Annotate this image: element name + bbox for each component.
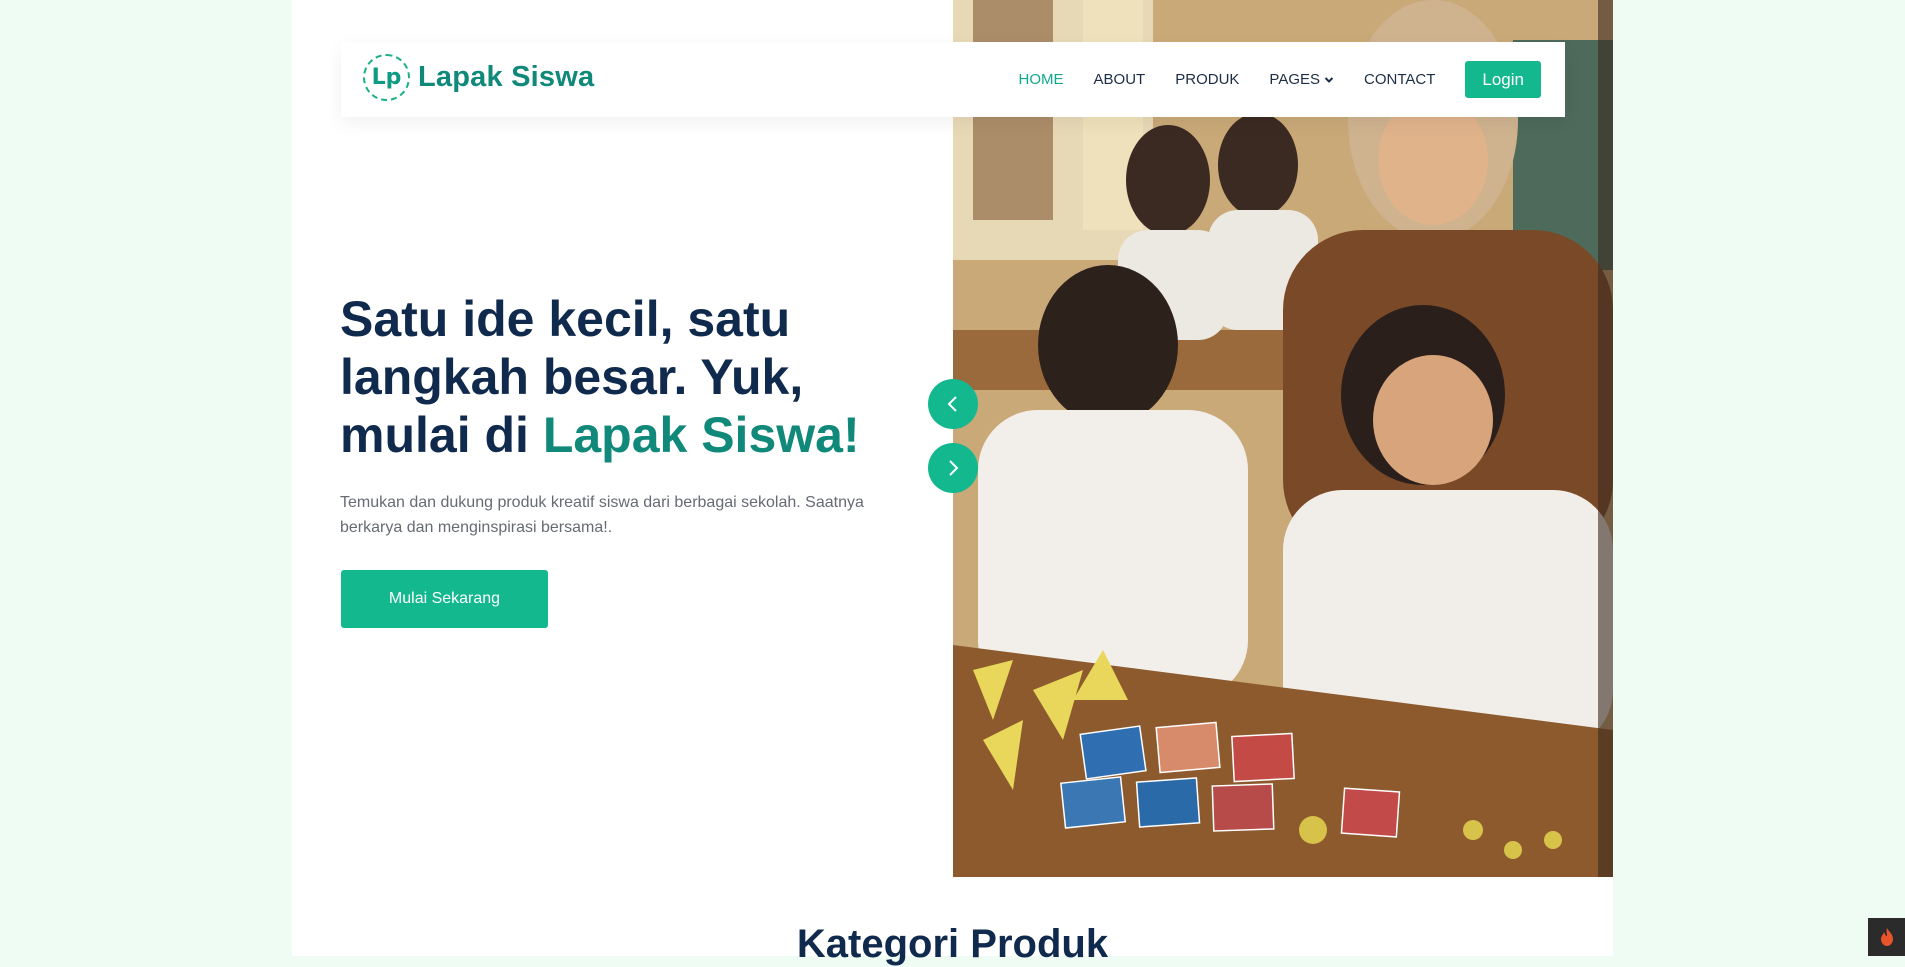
section-title: Kategori Produk — [796, 922, 1109, 966]
hero-title-accent: Lapak Siswa! — [542, 407, 860, 463]
flame-icon — [1880, 928, 1893, 946]
hero-subtitle: Temukan dan dukung produk kreatif siswa … — [340, 494, 864, 536]
chevron-left-icon — [947, 396, 957, 412]
navbar: Lp Lapak Siswa HOME ABOUT PRODUK PAGES C… — [341, 42, 1565, 117]
chevron-down-icon — [1324, 76, 1334, 83]
floating-action-button[interactable] — [1868, 918, 1905, 956]
brand-logo: Lp — [363, 54, 410, 101]
nav-item-contact[interactable]: CONTACT — [1364, 71, 1435, 88]
brand[interactable]: Lp Lapak Siswa — [363, 54, 594, 101]
nav-item-home[interactable]: HOME — [1019, 71, 1064, 88]
login-button[interactable]: Login — [1465, 61, 1541, 98]
brand-name: Lapak Siswa — [418, 61, 595, 93]
nav-item-pages[interactable]: PAGES — [1269, 71, 1334, 88]
nav-item-pages-label: PAGES — [1269, 71, 1320, 88]
carousel-prev-button[interactable] — [928, 379, 978, 429]
nav-item-about[interactable]: ABOUT — [1094, 71, 1146, 88]
nav-item-produk[interactable]: PRODUK — [1175, 71, 1239, 88]
hero-image — [953, 0, 1613, 877]
chevron-right-icon — [949, 460, 959, 476]
start-now-button[interactable]: Mulai Sekarang — [341, 570, 548, 628]
carousel-next-button[interactable] — [928, 443, 978, 493]
hero-title: Satu ide kecil, satu langkah besar. Yuk,… — [340, 290, 900, 464]
main-nav: HOME ABOUT PRODUK PAGES CONTACT Login — [989, 61, 1541, 98]
